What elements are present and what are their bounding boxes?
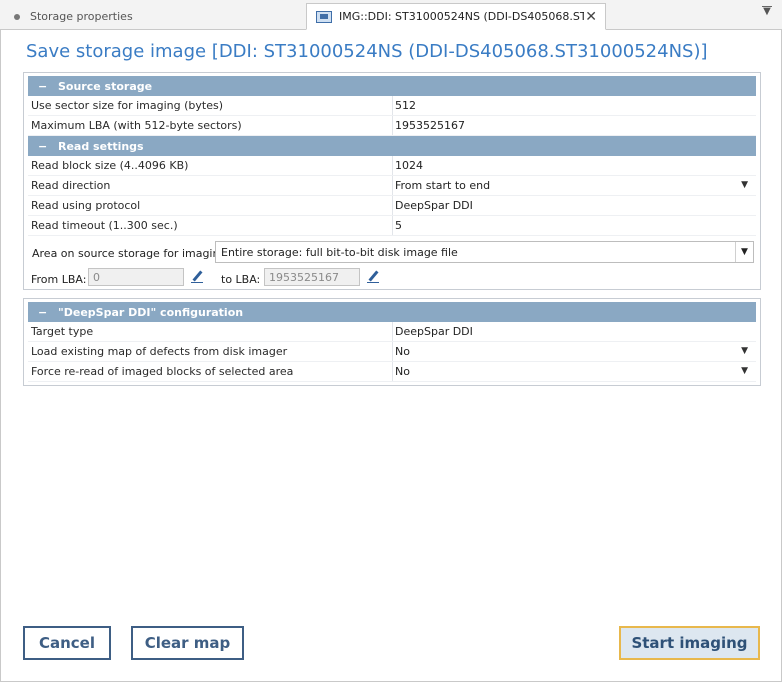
- property-row[interactable]: Target type DeepSpar DDI: [28, 322, 756, 342]
- read-direction-value: From start to end: [395, 179, 491, 192]
- load-defects-dropdown[interactable]: No ▼: [392, 342, 756, 361]
- property-label: Use sector size for imaging (bytes): [31, 99, 223, 112]
- property-label: Read using protocol: [31, 199, 141, 212]
- section-title: "DeepSpar DDI" configuration: [58, 305, 244, 319]
- dropdown-arrow-icon[interactable]: ▼: [741, 366, 748, 376]
- dropdown-arrow-icon[interactable]: ▼: [741, 180, 748, 190]
- property-label: Load existing map of defects from disk i…: [31, 345, 288, 358]
- protocol-value: DeepSpar DDI: [395, 199, 473, 212]
- max-lba-value: 1953525167: [395, 119, 465, 132]
- to-lba-input[interactable]: 1953525167: [264, 268, 360, 286]
- property-row[interactable]: Read timeout (1..300 sec.) 5: [28, 216, 756, 236]
- tab-dot-icon: [14, 13, 20, 20]
- close-icon[interactable]: ✕: [585, 9, 597, 25]
- property-label: Force re-read of imaged blocks of select…: [31, 365, 294, 378]
- pencil-icon: [191, 271, 203, 283]
- timeout-value: 5: [395, 219, 402, 232]
- collapse-icon[interactable]: −: [38, 306, 58, 319]
- dropdown-arrow-icon[interactable]: ▼: [741, 346, 748, 356]
- section-title: Read settings: [58, 139, 144, 153]
- property-value[interactable]: 1024: [392, 156, 756, 175]
- to-lba-value: 1953525167: [269, 270, 339, 284]
- from-lba-value: 0: [93, 270, 100, 284]
- property-label: Target type: [31, 325, 94, 338]
- section-source-storage[interactable]: − Source storage: [28, 76, 756, 96]
- property-label: Read block size (4..4096 KB): [31, 159, 189, 172]
- page-title: Save storage image [DDI: ST31000524NS (D…: [26, 41, 708, 62]
- tab-bar: Storage properties IMG::DDI: ST31000524N…: [0, 0, 782, 30]
- property-row[interactable]: Maximum LBA (with 512-byte sectors) 1953…: [28, 116, 756, 136]
- edit-to-lba-button[interactable]: [362, 268, 384, 286]
- property-value[interactable]: 1953525167: [392, 116, 756, 135]
- property-value[interactable]: DeepSpar DDI: [392, 322, 756, 341]
- tab-label: Storage properties: [30, 10, 133, 23]
- cancel-button[interactable]: Cancel: [23, 626, 111, 660]
- force-reread-value: No: [395, 365, 410, 378]
- property-value[interactable]: 5: [392, 216, 756, 235]
- property-row[interactable]: Load existing map of defects from disk i…: [28, 342, 756, 362]
- tab-storage-properties[interactable]: Storage properties: [0, 3, 306, 30]
- force-reread-dropdown[interactable]: No ▼: [392, 362, 756, 381]
- section-read-settings[interactable]: − Read settings: [28, 136, 756, 156]
- property-value[interactable]: 512: [392, 96, 756, 115]
- start-imaging-button[interactable]: Start imaging: [619, 626, 760, 660]
- property-label: Read direction: [31, 179, 111, 192]
- area-select-value: Entire storage: full bit-to-bit disk ima…: [221, 245, 458, 259]
- clear-map-button[interactable]: Clear map: [131, 626, 244, 660]
- property-row[interactable]: Use sector size for imaging (bytes) 512: [28, 96, 756, 116]
- property-label: Maximum LBA (with 512-byte sectors): [31, 119, 242, 132]
- property-row[interactable]: Force re-read of imaged blocks of select…: [28, 362, 756, 382]
- pencil-icon: [367, 271, 379, 283]
- tab-save-storage-image[interactable]: IMG::DDI: ST31000524NS (DDI-DS405068.ST3…: [306, 3, 606, 30]
- imaging-settings-group: − Source storage Use sector size for ima…: [23, 72, 761, 290]
- collapse-icon[interactable]: −: [38, 80, 58, 93]
- area-select[interactable]: Entire storage: full bit-to-bit disk ima…: [215, 241, 754, 263]
- tab-menu-dropdown-icon[interactable]: ▼: [760, 6, 774, 20]
- property-row[interactable]: Read using protocol DeepSpar DDI: [28, 196, 756, 216]
- property-row[interactable]: Read direction From start to end ▼: [28, 176, 756, 196]
- edit-from-lba-button[interactable]: [186, 268, 208, 286]
- section-deepspar-config[interactable]: − "DeepSpar DDI" configuration: [28, 302, 756, 322]
- read-direction-dropdown[interactable]: From start to end ▼: [392, 176, 756, 195]
- deepspar-config-group: − "DeepSpar DDI" configuration Target ty…: [23, 298, 761, 386]
- from-lba-label: From LBA:: [31, 273, 87, 286]
- property-label: Read timeout (1..300 sec.): [31, 219, 178, 232]
- load-defects-value: No: [395, 345, 410, 358]
- area-label: Area on source storage for imaging:: [32, 247, 231, 260]
- property-row[interactable]: Read block size (4..4096 KB) 1024: [28, 156, 756, 176]
- property-value[interactable]: DeepSpar DDI: [392, 196, 756, 215]
- to-lba-label: to LBA:: [221, 273, 261, 286]
- dropdown-arrow-icon[interactable]: ▼: [735, 242, 753, 262]
- block-size-value: 1024: [395, 159, 423, 172]
- tab-label: IMG::DDI: ST31000524NS (DDI-DS405068.ST3…: [339, 10, 584, 23]
- target-type-value: DeepSpar DDI: [395, 325, 473, 338]
- from-lba-input[interactable]: 0: [88, 268, 184, 286]
- sector-size-value: 512: [395, 99, 416, 112]
- disk-image-icon: [316, 10, 332, 23]
- section-title: Source storage: [58, 79, 153, 93]
- collapse-icon[interactable]: −: [38, 140, 58, 153]
